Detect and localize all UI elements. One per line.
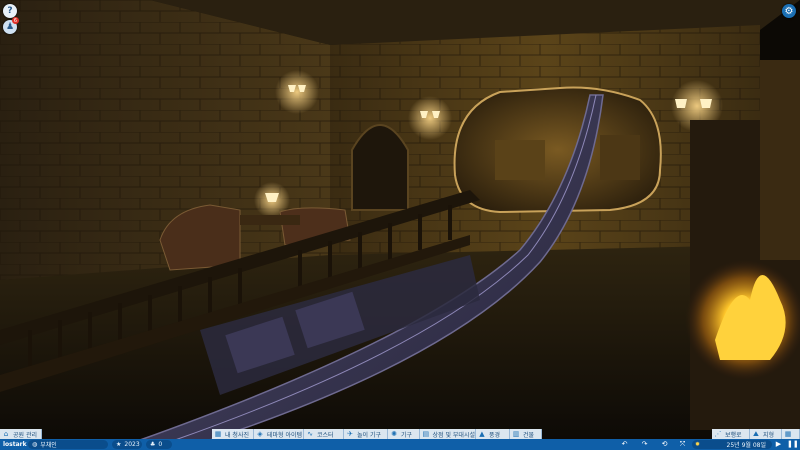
- play-speed-button[interactable]: ▶: [774, 440, 783, 449]
- park-icon: ⌂: [3, 430, 9, 438]
- tab-rides[interactable]: ✈ 놀이 기구: [344, 429, 388, 439]
- tab-label: 상점 및 부대시설: [432, 431, 475, 439]
- date-display: ✹ 25년 9월 08일: [692, 440, 772, 449]
- tab-terrain[interactable]: ⛰ 지형: [750, 429, 782, 439]
- park-rating-display[interactable]: ★ 2023: [112, 440, 142, 449]
- guests-icon: ♣: [150, 441, 156, 448]
- build-menu-bar: ⌂ 공원 관리 ▦ 내 청사진 ◈ 테마형 아이템 ∿ 코스터 ✈ 놀이 기구 ✺ 기구 ▤…: [0, 428, 800, 439]
- tab-scenery[interactable]: ▲ 풍경: [476, 429, 510, 439]
- rating-value: 2023: [124, 441, 140, 448]
- building-icon: ▥: [512, 430, 520, 438]
- undo-icon: ↶: [621, 440, 628, 448]
- tab-grid[interactable]: ▦: [782, 429, 800, 439]
- redo-icon: ↷: [641, 440, 648, 448]
- tab-buildings[interactable]: ▥ 건물: [510, 429, 542, 439]
- flatride-icon: ✺: [391, 430, 397, 438]
- tab-paths[interactable]: ⋰ 보행로: [712, 429, 750, 439]
- guest-value: 0: [158, 441, 163, 448]
- settings-button[interactable]: ⚙: [782, 4, 796, 18]
- shop-icon: ▤: [422, 430, 430, 438]
- camera-icon: ⤧: [679, 440, 686, 448]
- ride-icon: ✈: [347, 430, 353, 438]
- tab-label: 지형: [763, 431, 775, 439]
- game-viewport[interactable]: [0, 0, 800, 450]
- tab-label: 내 청사진: [225, 431, 249, 439]
- globe-icon: ◍: [32, 441, 38, 448]
- help-button[interactable]: ?: [3, 4, 17, 18]
- grid-icon: ▦: [784, 430, 792, 438]
- notification-badge: 6: [12, 17, 19, 24]
- path-icon: ⋰: [714, 430, 722, 438]
- sun-icon: ✹: [695, 441, 701, 448]
- status-bar: lostark ◍ 부채인 ★ 2023 ♣ 0 ↶ ↷ ⟲ ⤧ ✹ 25년 9월 08…: [0, 439, 800, 450]
- tab-label: 코스터: [317, 431, 334, 439]
- tab-coasters[interactable]: ∿ 코스터: [304, 429, 344, 439]
- terrain-icon: ▲: [479, 430, 485, 438]
- tab-label: 공원 관리: [13, 431, 37, 439]
- tab-label: 풍경: [489, 431, 501, 439]
- tab-label: 테마형 아이템: [267, 431, 303, 439]
- redo-button[interactable]: ↷: [640, 440, 649, 449]
- undo-button[interactable]: ↶: [620, 440, 629, 449]
- landscape-icon: ⛰: [753, 430, 759, 438]
- gear-icon: ⚙: [784, 5, 794, 17]
- tab-label: 건물: [523, 431, 535, 439]
- tab-shops-facilities[interactable]: ▤ 상점 및 부대시설: [420, 429, 476, 439]
- help-icon: ?: [7, 6, 13, 16]
- blueprint-icon: ▦: [214, 430, 222, 438]
- tab-flat-rides[interactable]: ✺ 기구: [388, 429, 420, 439]
- camera-mode-button[interactable]: ⤧: [678, 440, 687, 449]
- date-value: 25년 9월 08일: [726, 442, 766, 449]
- tab-blueprints[interactable]: ▦ 내 청사진: [212, 429, 254, 439]
- guest-count-display[interactable]: ♣ 0: [146, 440, 172, 449]
- pause-icon: ❚❚: [787, 440, 799, 448]
- scenery-icon: ◈: [257, 430, 263, 438]
- play-icon: ▶: [775, 440, 782, 448]
- star-icon: ★: [116, 441, 122, 448]
- park-name: lostark: [3, 441, 27, 448]
- finance-value: 부채인: [40, 442, 57, 449]
- finance-display[interactable]: ◍ 부채인: [28, 440, 108, 449]
- camera-rotate-button[interactable]: ⟲: [660, 440, 669, 449]
- pause-button[interactable]: ❚❚: [787, 440, 799, 449]
- tab-park-management[interactable]: ⌂ 공원 관리: [0, 429, 42, 439]
- coaster-icon: ∿: [307, 430, 313, 438]
- tab-label: 기구: [401, 431, 413, 439]
- tab-label: 놀이 기구: [357, 431, 381, 439]
- tab-themed-items[interactable]: ◈ 테마형 아이템: [254, 429, 304, 439]
- rotate-icon: ⟲: [661, 440, 668, 448]
- tab-label: 보행로: [725, 431, 742, 439]
